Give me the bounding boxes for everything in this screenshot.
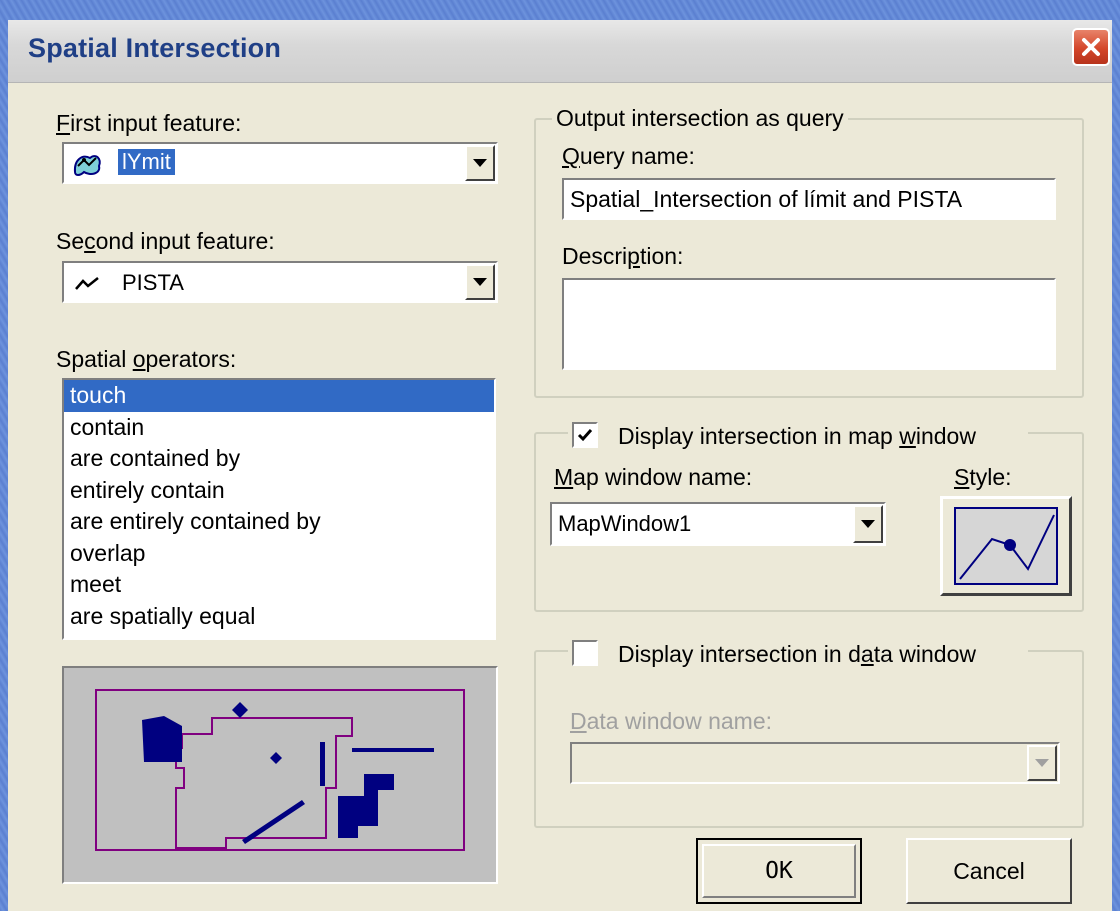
touch-illustration-icon: [95, 689, 465, 851]
first-input-dropdown-button[interactable]: [465, 145, 495, 181]
data-window-dropdown-button[interactable]: [1027, 745, 1057, 781]
operator-item-overlap[interactable]: overlap: [64, 538, 494, 570]
first-input-label: First input feature:: [56, 110, 242, 136]
data-window-name-label: Data window name:: [570, 708, 773, 734]
close-icon: [1082, 38, 1100, 56]
chevron-down-icon: [1035, 759, 1049, 767]
region-icon: [73, 155, 101, 176]
line-icon: [75, 277, 99, 290]
operator-preview-image: [62, 666, 498, 884]
first-input-combo[interactable]: lYmit: [62, 142, 498, 184]
first-input-value: lYmit: [117, 148, 176, 176]
operator-item-touch[interactable]: touch: [64, 380, 494, 412]
line-style-icon: [954, 507, 1058, 585]
chevron-down-icon: [473, 278, 487, 286]
second-input-label: Second input feature:: [56, 228, 275, 254]
spatial-intersection-dialog: Spatial Intersection First input feature…: [8, 20, 1112, 911]
map-window-value: MapWindow1: [558, 511, 692, 536]
map-window-dropdown-button[interactable]: [853, 505, 883, 543]
ok-button-label: OK: [765, 858, 793, 884]
operator-item-are-entirely-contained-by[interactable]: are entirely contained by: [64, 506, 494, 538]
query-name-label: Query name:: [562, 143, 695, 169]
map-display-checkbox[interactable]: [572, 422, 598, 448]
data-window-combo[interactable]: [570, 742, 1060, 784]
checkmark-icon: [577, 429, 593, 442]
second-input-combo[interactable]: PISTA: [62, 261, 498, 303]
data-display-checkbox[interactable]: [572, 640, 598, 666]
operator-item-meet[interactable]: meet: [64, 569, 494, 601]
spatial-operators-list[interactable]: touch contain are contained by entirely …: [62, 378, 496, 640]
map-window-name-label: Map window name:: [554, 464, 753, 490]
operator-item-are-contained-by[interactable]: are contained by: [64, 443, 494, 475]
description-label: Description:: [562, 243, 684, 269]
chevron-down-icon: [861, 520, 875, 528]
ok-button[interactable]: OK: [696, 838, 862, 904]
chevron-down-icon: [473, 159, 487, 167]
operator-item-are-spatially-equal[interactable]: are spatially equal: [64, 601, 494, 633]
first-input-label-text: irst input feature:: [70, 110, 242, 136]
style-label: Style:: [954, 464, 1012, 490]
second-input-dropdown-button[interactable]: [465, 264, 495, 300]
title-bar[interactable]: Spatial Intersection: [8, 20, 1112, 83]
operator-item-contain[interactable]: contain: [64, 412, 494, 444]
data-display-group: [534, 650, 1084, 828]
style-button[interactable]: [940, 496, 1072, 596]
second-input-value: PISTA: [122, 270, 184, 295]
query-name-input[interactable]: Spatial_Intersection of límit and PISTA: [562, 178, 1056, 220]
map-window-combo[interactable]: MapWindow1: [550, 502, 886, 546]
data-display-label[interactable]: Display intersection in data window: [618, 641, 976, 668]
operator-item-entirely-contain[interactable]: entirely contain: [64, 475, 494, 507]
map-display-label[interactable]: Display intersection in map window: [618, 423, 976, 450]
cancel-button[interactable]: Cancel: [906, 838, 1072, 904]
spatial-operators-label: Spatial operators:: [56, 346, 237, 372]
cancel-button-label: Cancel: [953, 857, 1025, 884]
description-input[interactable]: [562, 278, 1056, 370]
window-title: Spatial Intersection: [28, 33, 282, 63]
close-button[interactable]: [1072, 28, 1110, 66]
output-query-legend: Output intersection as query: [552, 105, 848, 132]
